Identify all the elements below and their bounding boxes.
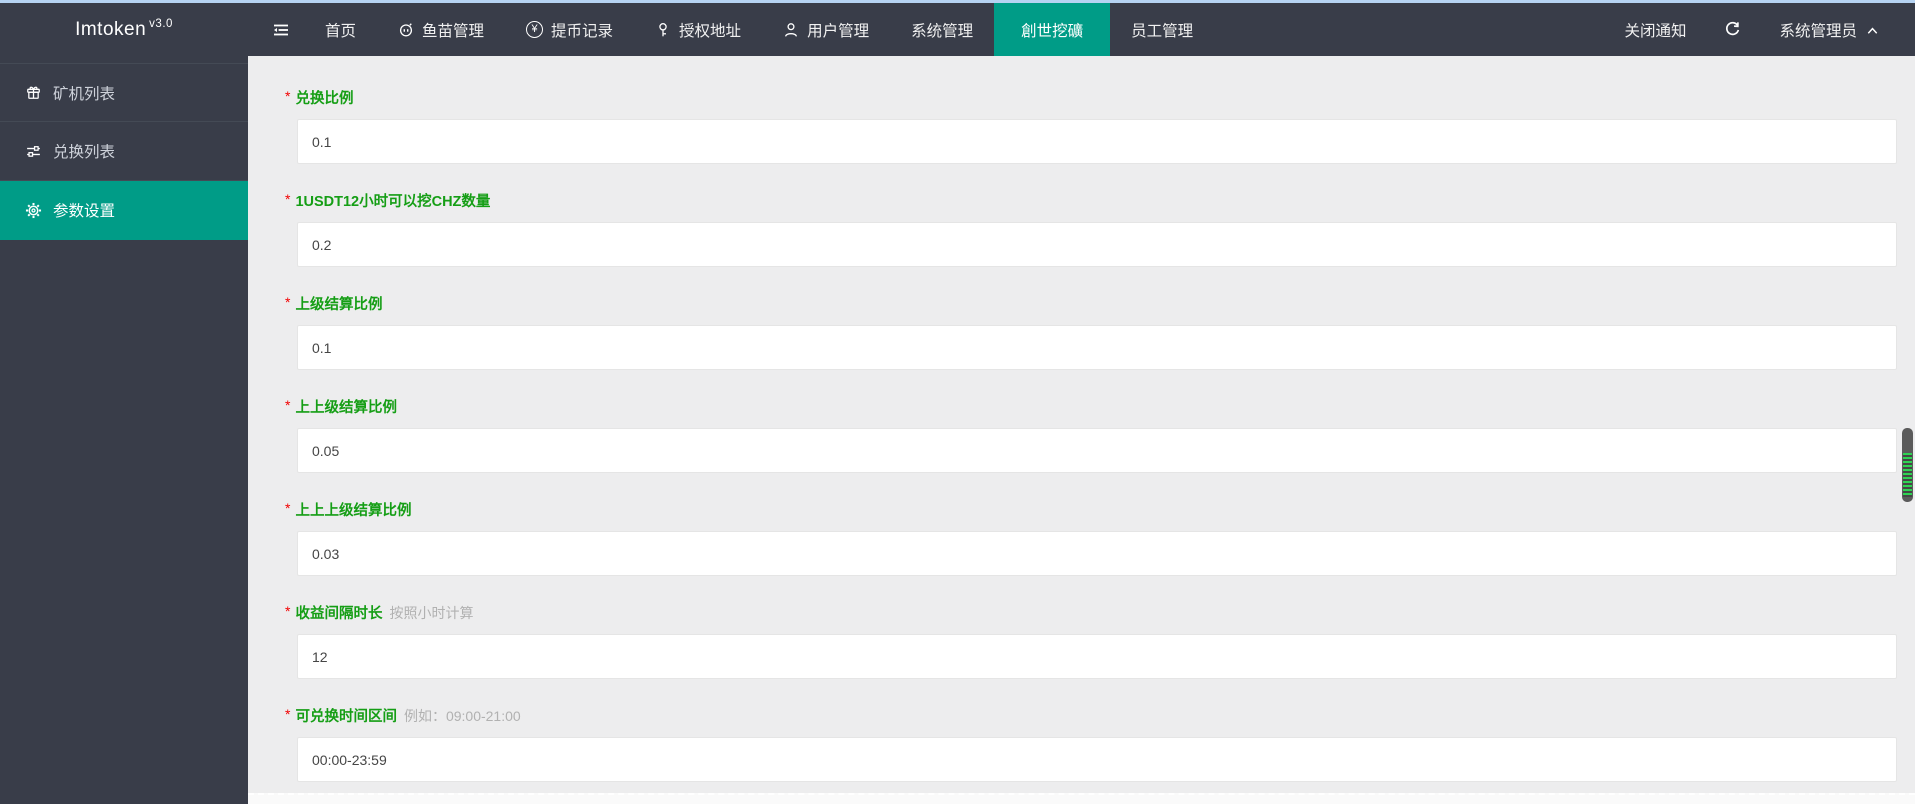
form-field-parent-settle-ratio: * 上级结算比例 [285,293,1897,370]
field-label: 兑换比例 [295,91,354,107]
nav-item-withdraw-records[interactable]: ¥ 提币记录 [505,3,634,56]
required-asterisk: * [285,706,291,722]
nav-item-authorized-address[interactable]: 授权地址 [634,3,762,56]
fish-face-icon [398,22,414,38]
collapse-sidebar-button[interactable] [258,3,304,56]
nav-item-label: 授权地址 [679,22,742,40]
chz-per-usdt-input[interactable] [297,222,1897,267]
content-bottom-divider [248,793,1915,804]
brand-logo: Imtoken v3.0 [0,3,248,56]
form-field-grandparent-settle-ratio: * 上上级结算比例 [285,396,1897,473]
field-label: 上上级结算比例 [295,400,397,416]
nav-item-staff-management[interactable]: 员工管理 [1110,3,1214,56]
sidebar-item-exchange-list[interactable]: 兑换列表 [0,122,248,181]
field-label: 可兑换时间区间 [295,709,397,725]
top-navbar: Imtoken v3.0 首页 鱼苗管理 ¥ 提币记录 授权地址 用户管理 系统… [0,3,1915,56]
parameter-settings-form: *兑换比例 *1USDT12小时可以挖CHZ数量 *上级结算比例 *上上级结算比… [248,56,1915,782]
admin-user-name: 系统管理员 [1779,22,1857,40]
nav-item-label: 系统管理 [911,22,974,40]
form-field-exchange-time-range: * 可兑换时间区间 例如：09:00-21:00 [285,705,1897,782]
gear-icon [25,202,42,219]
sidebar-item-label: 参数设置 [53,203,116,220]
nav-item-label: 提币记录 [551,22,614,40]
field-label: 收益间隔时长 [295,606,383,622]
exchange-time-range-input[interactable] [297,737,1897,782]
form-field-chz-per-usdt: * 1USDT12小时可以挖CHZ数量 [285,190,1897,267]
main-content: *兑换比例 *1USDT12小时可以挖CHZ数量 *上级结算比例 *上上级结算比… [248,56,1915,804]
field-label: 上级结算比例 [295,297,383,313]
main-nav: 首页 鱼苗管理 ¥ 提币记录 授权地址 用户管理 系统管理 創世挖礦 员工管理 [304,3,1214,56]
income-interval-input[interactable] [297,634,1897,679]
scrollbar-stripes [1903,453,1912,497]
form-field-greatgrandparent-settle-ratio: * 上上上级结算比例 [285,499,1897,576]
required-asterisk: * [285,88,291,104]
nav-item-label: 用户管理 [807,22,870,40]
nav-item-system-management[interactable]: 系统管理 [890,3,994,56]
nav-item-home[interactable]: 首页 [304,3,377,56]
required-asterisk: * [285,294,291,310]
nav-item-label: 鱼苗管理 [422,22,485,40]
greatgrandparent-settle-ratio-input[interactable] [297,531,1897,576]
sidebar: 矿机列表 兑换列表 参数设置 [0,56,248,804]
brand-name: Imtoken [75,18,147,40]
field-label: 上上上级结算比例 [295,503,412,519]
sidebar-item-parameter-settings[interactable]: 参数设置 [0,181,248,240]
grandparent-settle-ratio-input[interactable] [297,428,1897,473]
refresh-button[interactable] [1705,3,1760,56]
nav-item-label: 首页 [325,22,357,40]
sliders-icon [25,143,42,160]
close-notice-label: 关闭通知 [1624,22,1687,40]
required-asterisk: * [285,191,291,207]
exchange-ratio-input[interactable] [297,119,1897,164]
form-field-income-interval: * 收益间隔时长 按照小时计算 [285,602,1897,679]
field-hint: 例如：09:00-21:00 [403,708,521,724]
close-notice-button[interactable]: 关闭通知 [1605,3,1705,56]
form-field-exchange-ratio: * 兑换比例 [285,87,1897,164]
parent-settle-ratio-input[interactable] [297,325,1897,370]
required-asterisk: * [285,603,291,619]
field-label: 1USDT12小时可以挖CHZ数量 [295,194,491,210]
chevron-up-icon [1865,24,1880,36]
field-hint: 按照小时计算 [389,605,474,621]
navbar-right: 关闭通知 系统管理员 [1605,3,1915,56]
nav-item-fry-management[interactable]: 鱼苗管理 [377,3,505,56]
refresh-icon [1724,21,1741,38]
admin-user-menu[interactable]: 系统管理员 [1760,3,1899,56]
sidebar-item-label: 兑换列表 [53,144,116,161]
gift-icon [25,84,42,101]
nav-item-user-management[interactable]: 用户管理 [762,3,890,56]
nav-item-label: 創世挖礦 [1021,22,1084,40]
yen-circle-icon: ¥ [526,21,544,38]
collapse-sidebar-icon [272,22,290,38]
nav-item-genesis-mining[interactable]: 創世挖礦 [994,3,1111,56]
key-icon [655,22,671,38]
vertical-scrollbar-thumb[interactable] [1902,428,1913,502]
required-asterisk: * [285,397,291,413]
sidebar-item-miner-list[interactable]: 矿机列表 [0,63,248,122]
user-icon [783,22,799,38]
nav-item-label: 员工管理 [1131,22,1194,40]
sidebar-item-label: 矿机列表 [53,85,116,103]
brand-version: v3.0 [149,17,173,30]
required-asterisk: * [285,500,291,516]
